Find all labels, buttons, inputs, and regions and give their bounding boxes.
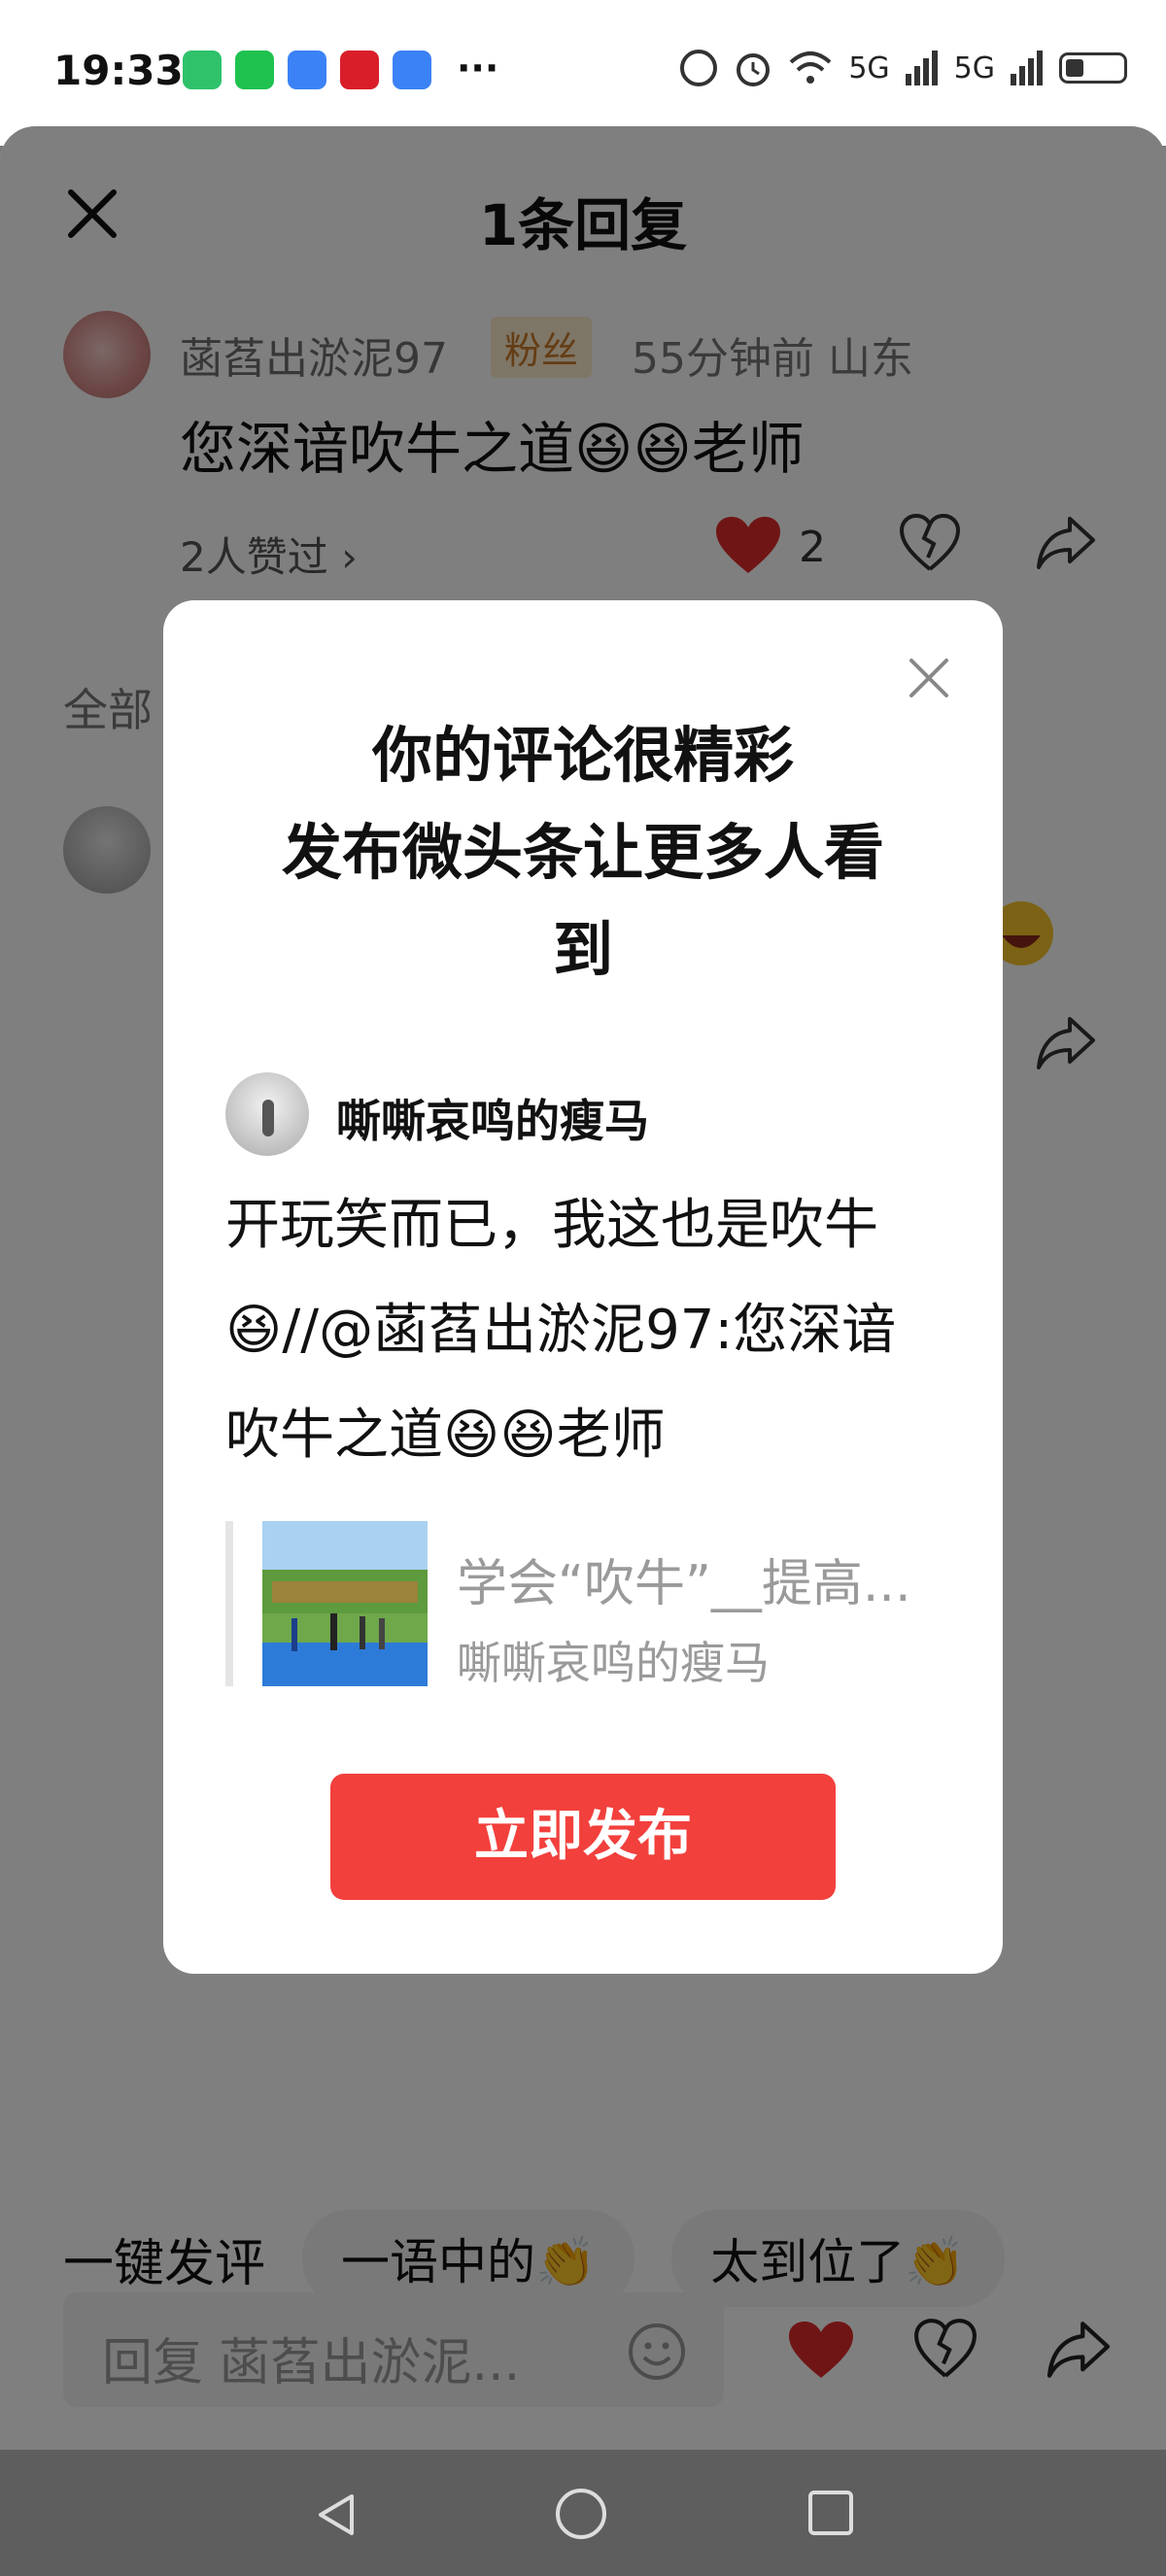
status-app-icons: [183, 51, 431, 89]
browser-icon-2: [393, 51, 431, 89]
dialog-close-icon[interactable]: [906, 655, 952, 701]
dialog-title-line-1: 你的评论很精彩: [371, 720, 794, 791]
app-red-icon: [340, 51, 379, 89]
status-time: 19:33: [53, 47, 184, 94]
system-nav-bar: [0, 2450, 1166, 2576]
network-type-1: 5G: [848, 51, 890, 85]
hd-call-icon: [680, 50, 718, 86]
signal-icon-2: [1011, 51, 1043, 85]
dialog-comment-text: 开玩笑而已，我这也是吹牛😆//@菡萏出淤泥97:您深谙吹牛之道😆😆老师: [225, 1194, 897, 1467]
browser-icon: [288, 51, 326, 89]
alarm-icon: [737, 53, 771, 86]
publish-dialog: 你的评论很精彩 发布微头条让更多人看 到 嘶嘶哀鸣的瘦马 开玩笑而已，我这也是吹…: [163, 600, 1003, 1974]
dialog-avatar: [225, 1072, 309, 1156]
wechat-icon: [235, 51, 274, 89]
dialog-title: 你的评论很精彩 发布微头条让更多人看 到: [222, 707, 944, 999]
article-thumbnail: [262, 1521, 428, 1686]
recents-icon[interactable]: [808, 2491, 853, 2535]
network-type-2: 5G: [953, 51, 995, 85]
article-author: 嘶嘶哀鸣的瘦马: [457, 1637, 770, 1689]
dialog-title-line-3: 到: [552, 914, 613, 985]
dialog-username: 嘶嘶哀鸣的瘦马: [336, 1095, 649, 1147]
status-indicators: 5G 5G: [679, 49, 1127, 87]
publish-button[interactable]: 立即发布: [330, 1774, 836, 1900]
quoted-article: 学会“吹牛”__提高... 嘶嘶哀鸣的瘦马: [225, 1521, 956, 1689]
dialog-title-line-2: 发布微头条让更多人看: [281, 817, 884, 888]
signal-icon: [905, 51, 938, 85]
app-notification-icon: [183, 51, 222, 89]
more-notifications-icon: ···: [457, 47, 499, 89]
back-icon[interactable]: [313, 2491, 361, 2539]
home-icon[interactable]: [556, 2489, 606, 2539]
status-bar: 19:33 ··· 5G 5G: [0, 0, 1166, 146]
article-title: 学会“吹牛”__提高...: [457, 1555, 911, 1613]
battery-icon: [1059, 52, 1127, 84]
wifi-icon: [789, 51, 832, 84]
